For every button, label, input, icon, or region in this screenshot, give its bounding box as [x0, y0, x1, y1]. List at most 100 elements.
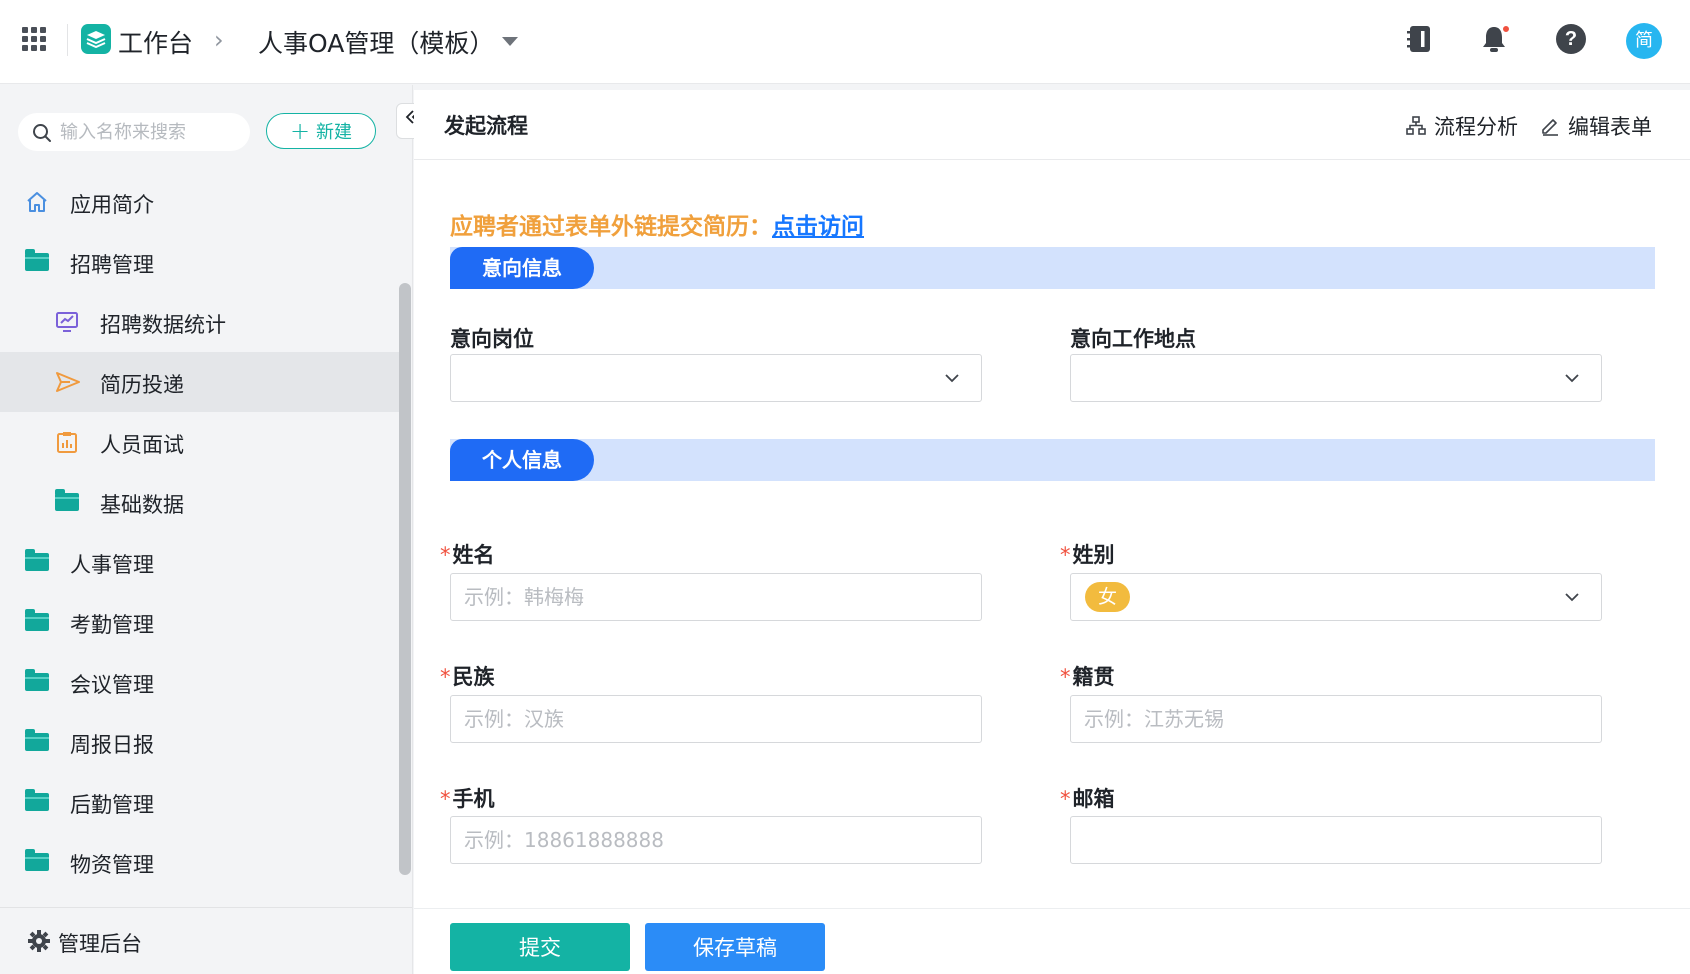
sidebar-item-reports[interactable]: 周报日报 — [0, 712, 400, 772]
help-icon[interactable]: ? — [1556, 24, 1586, 54]
sidebar-item-label: 招聘管理 — [70, 253, 154, 277]
sidebar-item-basic-data[interactable]: 基础数据 — [0, 472, 400, 532]
section-title: 个人信息 — [450, 439, 594, 481]
sidebar-item-attendance[interactable]: 考勤管理 — [0, 592, 400, 652]
email-label-text: 邮箱 — [1072, 787, 1115, 811]
sidebar-item-label: 应用简介 — [70, 193, 154, 217]
process-analysis-label: 流程分析 — [1434, 115, 1518, 139]
required-mark: * — [1060, 787, 1071, 811]
section-intent-info: 意向信息 — [450, 247, 1655, 289]
sidebar-item-label: 基础数据 — [100, 493, 184, 517]
location-label: 意向工作地点 — [1070, 327, 1196, 351]
sidebar-item-label: 人员面试 — [100, 433, 184, 457]
required-mark: * — [1060, 543, 1071, 567]
process-analysis-button[interactable]: 流程分析 — [1406, 111, 1518, 141]
sidebar-item-intro[interactable]: 应用简介 — [0, 172, 400, 232]
search-input[interactable] — [60, 113, 240, 151]
email-label: *邮箱 — [1060, 783, 1115, 813]
user-avatar[interactable]: 简 — [1626, 23, 1662, 59]
position-label: 意向岗位 — [450, 327, 534, 351]
breadcrumb-chevron-icon: › — [214, 26, 224, 54]
form-footer: 提交 保存草稿 — [414, 908, 1690, 974]
ethnicity-label: *民族 — [440, 661, 495, 691]
name-field[interactable] — [450, 573, 982, 621]
save-draft-button[interactable]: 保存草稿 — [645, 923, 825, 971]
top-bar: 工作台 › 人事OA管理（模板） ? 简 — [0, 0, 1690, 84]
required-mark: * — [440, 787, 451, 811]
chevron-down-icon — [1565, 593, 1579, 602]
chevron-down-icon — [1565, 374, 1579, 383]
visit-link[interactable]: 点击访问 — [772, 214, 864, 240]
sidebar-item-hr[interactable]: 人事管理 — [0, 532, 400, 592]
monitor-chart-icon — [55, 310, 79, 334]
section-title: 意向信息 — [450, 247, 594, 289]
new-button[interactable]: + 新建 — [266, 113, 376, 149]
folder-icon — [25, 249, 49, 274]
sidebar-item-label: 简历投递 — [100, 373, 184, 397]
app-grid-icon[interactable] — [22, 27, 46, 51]
hometown-input[interactable] — [1071, 696, 1601, 742]
clipboard-icon — [55, 430, 79, 454]
folder-icon — [25, 729, 49, 754]
main-header: 发起流程 流程分析 编辑表单 — [414, 90, 1690, 160]
hometown-field[interactable] — [1070, 695, 1602, 743]
sidebar-item-resume-submission[interactable]: 简历投递 — [0, 352, 400, 412]
sidebar-item-label: 招聘数据统计 — [100, 313, 226, 337]
phone-input[interactable] — [451, 817, 981, 863]
edit-form-button[interactable]: 编辑表单 — [1540, 111, 1652, 141]
hometown-label-text: 籍贯 — [1072, 665, 1115, 689]
gender-label: *姓别 — [1060, 539, 1115, 569]
notice-text: 应聘者通过表单外链提交简历： — [450, 214, 772, 240]
required-mark: * — [440, 665, 451, 689]
sidebar-item-recruit-stats[interactable]: 招聘数据统计 — [0, 292, 400, 352]
external-link-notice: 应聘者通过表单外链提交简历：点击访问 — [450, 207, 864, 241]
name-label: *姓名 — [440, 539, 495, 569]
submit-button[interactable]: 提交 — [450, 923, 630, 971]
phone-field[interactable] — [450, 816, 982, 864]
sidebar-item-recruitment[interactable]: 招聘管理 — [0, 232, 400, 292]
sidebar-item-label: 人事管理 — [70, 553, 154, 577]
sidebar-scrollbar[interactable] — [399, 283, 411, 875]
admin-console-label: 管理后台 — [58, 932, 142, 956]
email-field[interactable] — [1070, 816, 1602, 864]
folder-icon — [25, 609, 49, 634]
email-input[interactable] — [1071, 817, 1601, 863]
gender-label-text: 姓别 — [1072, 543, 1115, 567]
pencil-icon — [1542, 119, 1558, 136]
new-button-label: 新建 — [316, 122, 353, 143]
main-panel: 发起流程 流程分析 编辑表单 应聘者通过表单外链提交简历：点击访问 意向信息 意… — [414, 90, 1690, 974]
hometown-label: *籍贯 — [1060, 661, 1115, 691]
gender-select[interactable]: 女 — [1070, 573, 1602, 621]
sidebar-item-materials[interactable]: 物资管理 — [0, 832, 400, 892]
ethnicity-input[interactable] — [451, 696, 981, 742]
home-icon — [25, 190, 49, 214]
sidebar-search[interactable] — [18, 113, 250, 151]
send-icon — [55, 370, 80, 394]
sidebar-item-label: 考勤管理 — [70, 613, 154, 637]
sidebar: + 新建 应用简介 招聘管理 招聘数据统计 简历投递 人员面试 基础数据 人事 — [0, 85, 413, 974]
workbench-logo-icon[interactable] — [81, 24, 111, 54]
sidebar-item-logistics[interactable]: 后勤管理 — [0, 772, 400, 832]
notification-bell-icon[interactable] — [1481, 24, 1511, 54]
admin-console-link[interactable]: 管理后台 — [0, 907, 412, 974]
gender-value-chip: 女 — [1085, 582, 1131, 612]
workbench-link[interactable]: 工作台 — [118, 24, 193, 60]
top-divider — [67, 24, 68, 56]
position-select[interactable] — [450, 354, 982, 402]
flow-chart-icon — [1406, 116, 1426, 135]
name-input[interactable] — [451, 574, 981, 620]
notebook-icon[interactable] — [1406, 24, 1436, 54]
sidebar-item-meetings[interactable]: 会议管理 — [0, 652, 400, 712]
sidebar-item-interview[interactable]: 人员面试 — [0, 412, 400, 472]
sidebar-item-label: 物资管理 — [70, 853, 154, 877]
notification-dot — [1501, 24, 1511, 34]
required-mark: * — [440, 543, 451, 567]
section-personal-info: 个人信息 — [450, 439, 1655, 481]
folder-icon — [25, 789, 49, 814]
location-select[interactable] — [1070, 354, 1602, 402]
search-icon — [33, 124, 51, 142]
app-switch-caret-icon[interactable] — [502, 37, 518, 46]
app-title[interactable]: 人事OA管理（模板） — [258, 24, 494, 60]
name-label-text: 姓名 — [452, 543, 495, 567]
ethnicity-field[interactable] — [450, 695, 982, 743]
